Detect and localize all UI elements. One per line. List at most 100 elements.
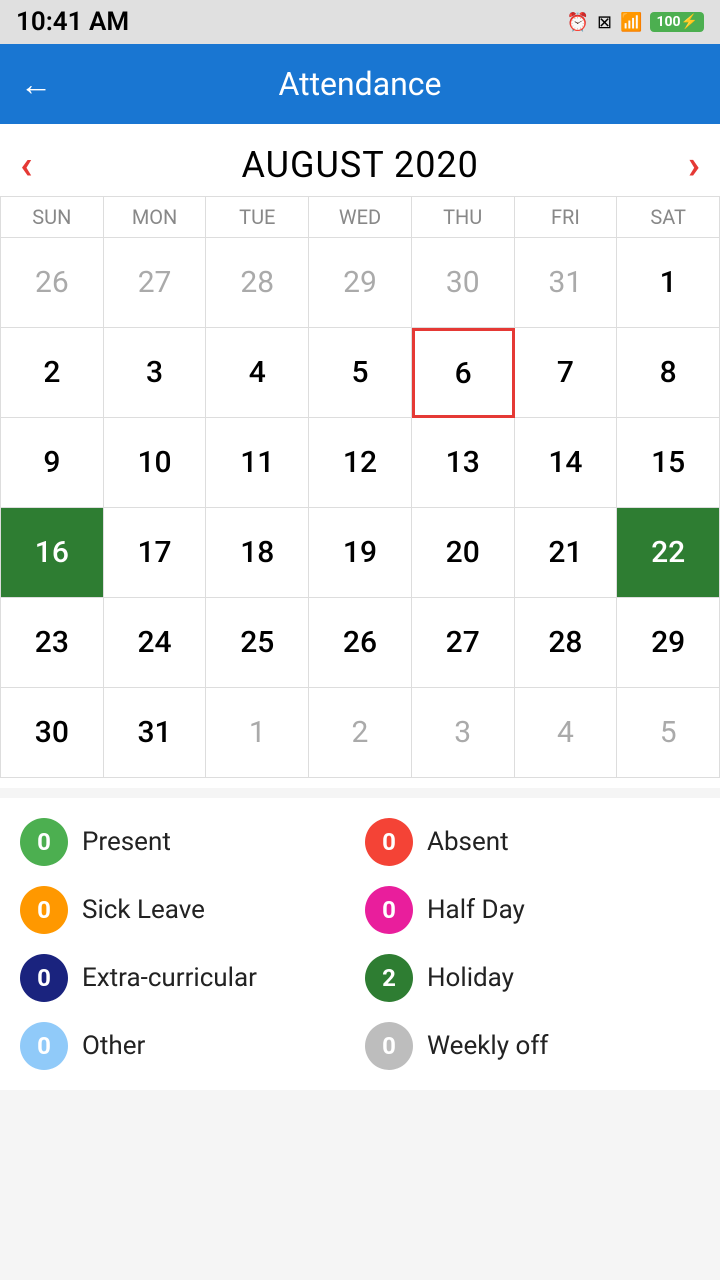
calendar-cell[interactable]: 3 (412, 688, 515, 778)
date-number: 8 (642, 347, 694, 399)
date-number: 7 (539, 347, 591, 399)
status-icons: ⏰ ⊠ 📶 100 ⚡ (567, 12, 704, 33)
date-number: 19 (334, 527, 386, 579)
date-number: 20 (437, 527, 489, 579)
calendar-cell[interactable]: 3 (104, 328, 207, 418)
calendar-cell[interactable]: 16 (1, 508, 104, 598)
calendar-container: ‹ AUGUST 2020 › SUNMONTUEWEDTHUFRISAT 26… (0, 124, 720, 788)
calendar-cell[interactable]: 4 (206, 328, 309, 418)
date-number: 22 (642, 527, 694, 579)
calendar-cell[interactable]: 2 (1, 328, 104, 418)
calendar-cell[interactable]: 27 (104, 238, 207, 328)
legend-item-half-day: 0Half Day (365, 886, 700, 934)
date-number: 14 (539, 437, 591, 489)
month-title: AUGUST 2020 (241, 144, 478, 186)
legend-item-sick-leave: 0Sick Leave (20, 886, 355, 934)
date-number: 28 (539, 617, 591, 669)
calendar-grid: 2627282930311234567891011121314151617181… (0, 238, 720, 778)
calendar-cell[interactable]: 2 (309, 688, 412, 778)
calendar-cell[interactable]: 8 (617, 328, 720, 418)
day-header-sun: SUN (1, 197, 104, 238)
date-number: 31 (129, 707, 181, 759)
day-header-sat: SAT (617, 197, 720, 238)
date-number: 15 (642, 437, 694, 489)
legend-label: Holiday (427, 963, 514, 993)
date-number: 18 (231, 527, 283, 579)
legend-label: Half Day (427, 895, 525, 925)
calendar-cell[interactable]: 6 (412, 328, 515, 418)
date-number: 6 (437, 347, 489, 399)
legend-badge: 0 (20, 818, 68, 866)
calendar-cell[interactable]: 29 (617, 598, 720, 688)
legend-item-present: 0Present (20, 818, 355, 866)
date-number: 1 (231, 707, 283, 759)
calendar-cell[interactable]: 9 (1, 418, 104, 508)
calendar-cell[interactable]: 18 (206, 508, 309, 598)
status-bar: 10:41 AM ⏰ ⊠ 📶 100 ⚡ (0, 0, 720, 44)
calendar-cell[interactable]: 11 (206, 418, 309, 508)
calendar-cell[interactable]: 13 (412, 418, 515, 508)
calendar-cell[interactable]: 7 (515, 328, 618, 418)
date-number: 26 (26, 257, 78, 309)
battery-icon: 100 ⚡ (650, 12, 704, 32)
legend-grid: 0Present0Absent0Sick Leave0Half Day0Extr… (20, 818, 700, 1070)
date-number: 13 (437, 437, 489, 489)
calendar-cell[interactable]: 21 (515, 508, 618, 598)
date-number: 17 (129, 527, 181, 579)
calendar-cell[interactable]: 14 (515, 418, 618, 508)
calendar-cell[interactable]: 15 (617, 418, 720, 508)
next-month-button[interactable]: › (688, 145, 700, 185)
calendar-cell[interactable]: 1 (617, 238, 720, 328)
calendar-cell[interactable]: 31 (104, 688, 207, 778)
calendar-cell[interactable]: 28 (206, 238, 309, 328)
day-header-mon: MON (104, 197, 207, 238)
date-number: 10 (129, 437, 181, 489)
calendar-cell[interactable]: 19 (309, 508, 412, 598)
legend-badge: 2 (365, 954, 413, 1002)
date-number: 29 (334, 257, 386, 309)
calendar-cell[interactable]: 23 (1, 598, 104, 688)
calendar-cell[interactable]: 25 (206, 598, 309, 688)
calendar-cell[interactable]: 29 (309, 238, 412, 328)
day-header-fri: FRI (515, 197, 618, 238)
calendar-cell[interactable]: 4 (515, 688, 618, 778)
date-number: 27 (437, 617, 489, 669)
day-headers: SUNMONTUEWEDTHUFRISAT (0, 196, 720, 238)
calendar-cell[interactable]: 5 (617, 688, 720, 778)
app-header: ← Attendance (0, 44, 720, 124)
legend-badge: 0 (20, 886, 68, 934)
day-header-thu: THU (412, 197, 515, 238)
calendar-cell[interactable]: 28 (515, 598, 618, 688)
date-number: 9 (26, 437, 78, 489)
calendar-cell[interactable]: 24 (104, 598, 207, 688)
calendar-cell[interactable]: 20 (412, 508, 515, 598)
calendar-cell[interactable]: 10 (104, 418, 207, 508)
date-number: 31 (539, 257, 591, 309)
calendar-cell[interactable]: 27 (412, 598, 515, 688)
legend-label: Absent (427, 827, 509, 857)
status-time: 10:41 AM (16, 7, 129, 37)
date-number: 2 (26, 347, 78, 399)
prev-month-button[interactable]: ‹ (20, 145, 32, 185)
date-number: 2 (334, 707, 386, 759)
calendar-cell[interactable]: 26 (1, 238, 104, 328)
date-number: 5 (642, 707, 694, 759)
calendar-cell[interactable]: 17 (104, 508, 207, 598)
calendar-cell[interactable]: 26 (309, 598, 412, 688)
calendar-cell[interactable]: 30 (412, 238, 515, 328)
calendar-cell[interactable]: 1 (206, 688, 309, 778)
close-icon: ⊠ (597, 12, 612, 33)
calendar-cell[interactable]: 5 (309, 328, 412, 418)
date-number: 3 (129, 347, 181, 399)
date-number: 5 (334, 347, 386, 399)
back-button[interactable]: ← (20, 65, 52, 103)
calendar-cell[interactable]: 30 (1, 688, 104, 778)
calendar-cell[interactable]: 22 (617, 508, 720, 598)
legend-badge: 0 (365, 818, 413, 866)
header-title: Attendance (72, 65, 648, 103)
date-number: 26 (334, 617, 386, 669)
legend-container: 0Present0Absent0Sick Leave0Half Day0Extr… (0, 798, 720, 1090)
calendar-cell[interactable]: 12 (309, 418, 412, 508)
calendar-cell[interactable]: 31 (515, 238, 618, 328)
legend-badge: 0 (365, 1022, 413, 1070)
